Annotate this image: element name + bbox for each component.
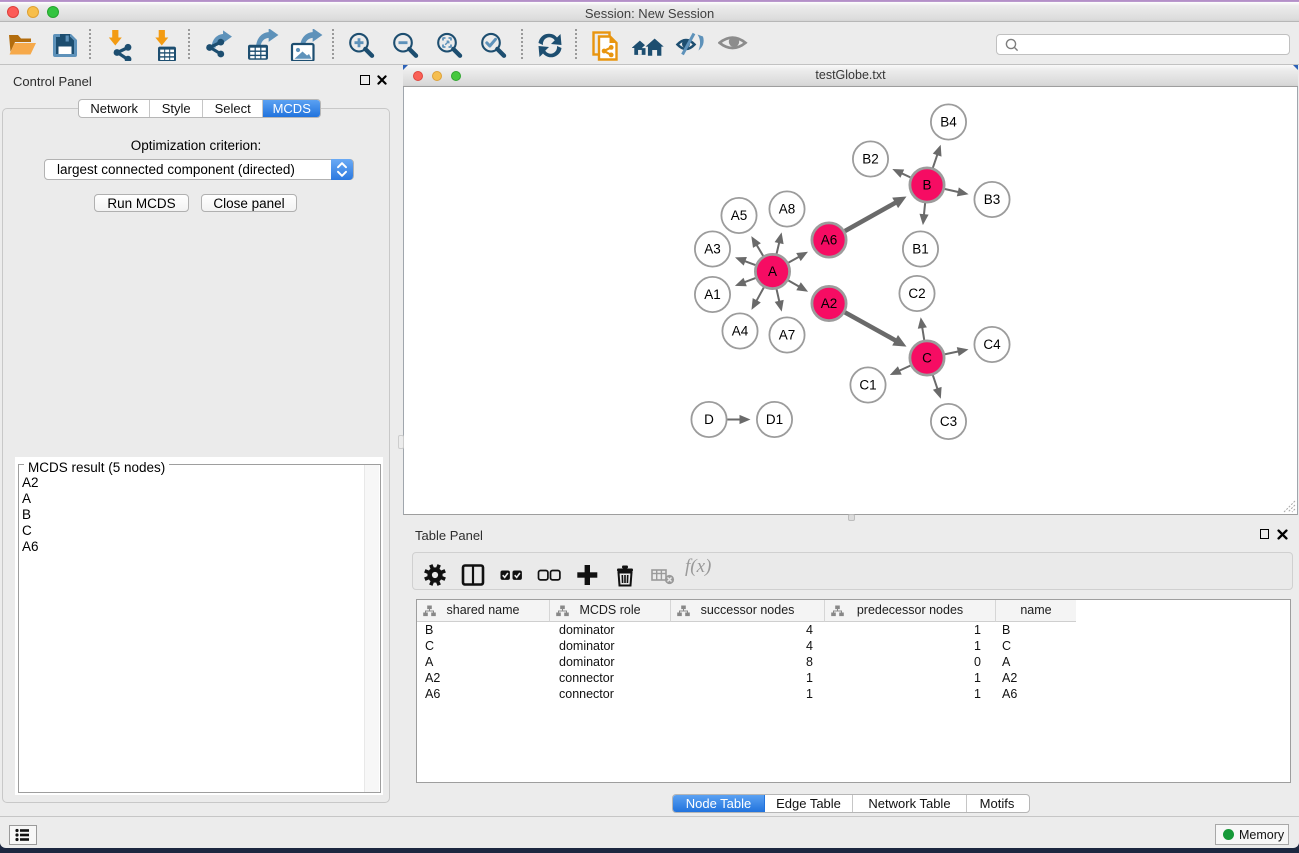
- svg-text:B4: B4: [940, 115, 957, 130]
- svg-text:C3: C3: [940, 414, 957, 429]
- svg-text:C2: C2: [908, 286, 925, 301]
- svg-text:A6: A6: [821, 233, 838, 248]
- svg-text:C1: C1: [859, 378, 876, 393]
- svg-text:A: A: [768, 264, 777, 279]
- svg-text:B2: B2: [862, 152, 879, 167]
- svg-text:B: B: [922, 178, 931, 193]
- svg-text:B3: B3: [984, 192, 1001, 207]
- svg-text:A4: A4: [732, 324, 749, 339]
- svg-text:C4: C4: [983, 337, 1001, 352]
- svg-text:A7: A7: [779, 328, 796, 343]
- svg-text:D: D: [704, 412, 714, 427]
- svg-text:D1: D1: [766, 412, 783, 427]
- svg-text:C: C: [922, 351, 932, 366]
- svg-text:B1: B1: [912, 242, 929, 257]
- svg-text:A1: A1: [704, 287, 721, 302]
- svg-text:A2: A2: [821, 296, 838, 311]
- svg-text:A3: A3: [704, 242, 721, 257]
- svg-text:A8: A8: [779, 202, 796, 217]
- svg-text:A5: A5: [731, 208, 748, 223]
